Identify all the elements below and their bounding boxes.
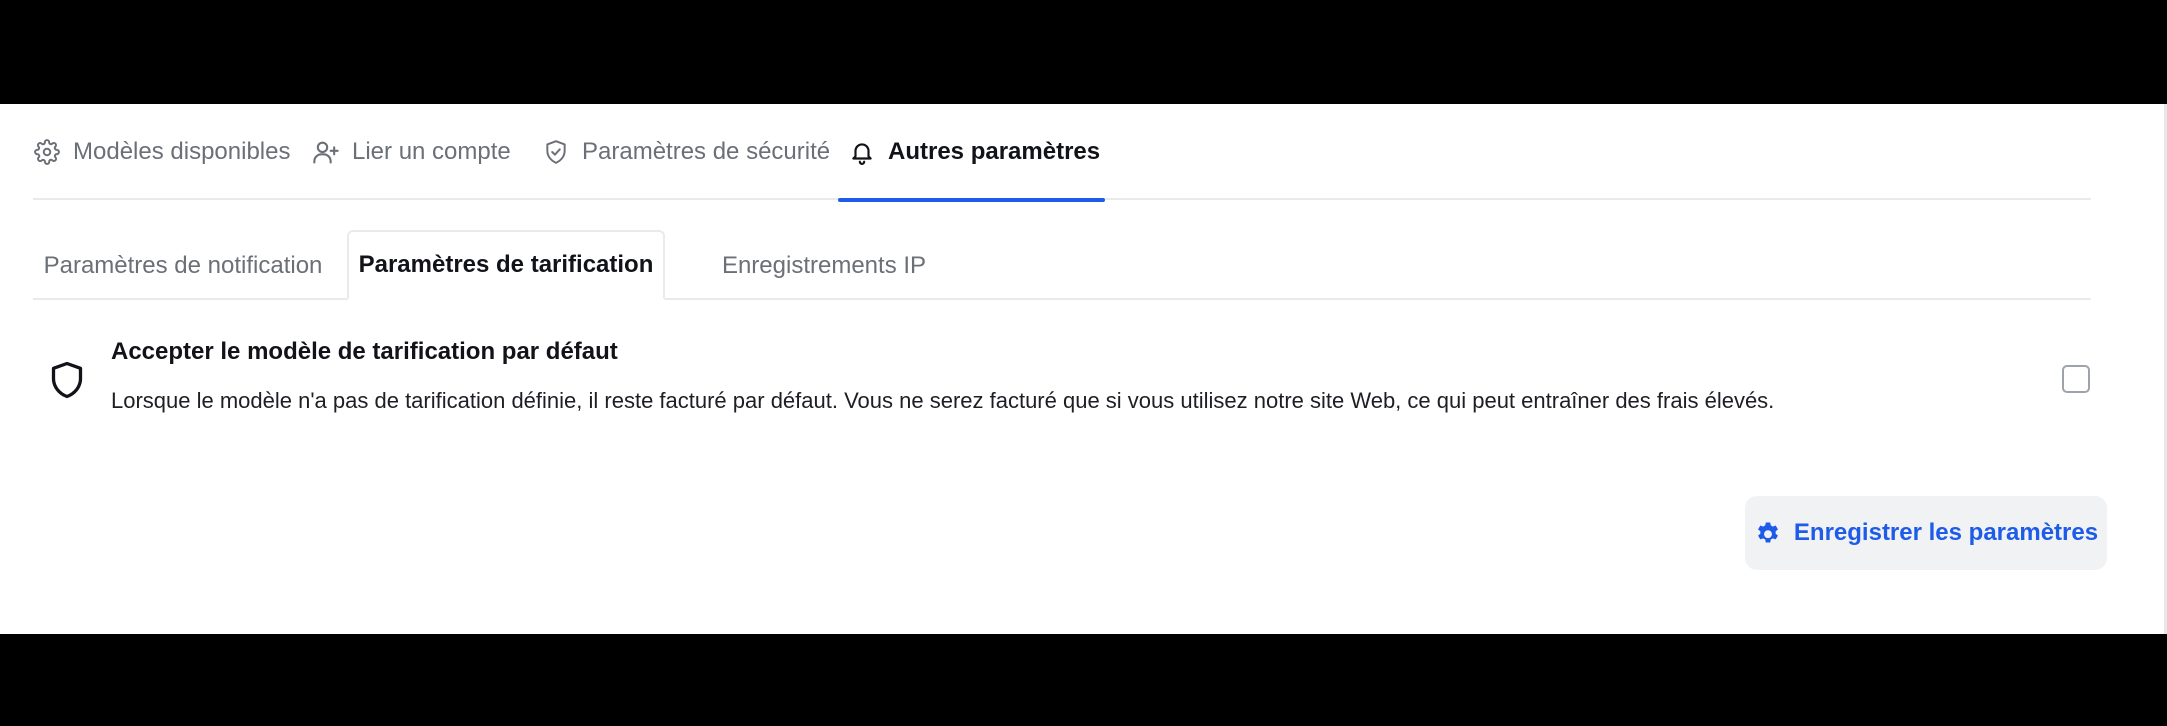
gear-icon (33, 138, 61, 166)
bell-icon (848, 138, 876, 166)
default-pricing-checkbox[interactable] (2062, 365, 2090, 393)
main-tabs: Modèles disponibles Lier un compte Param… (33, 104, 2091, 202)
subtab-label: Paramètres de tarification (358, 251, 654, 278)
shield-check-icon (542, 138, 570, 166)
pricing-setting-row: Accepter le modèle de tarification par d… (33, 330, 2091, 430)
tab-label: Modèles disponibles (73, 138, 291, 165)
tab-security-settings[interactable]: Paramètres de sécurité (542, 104, 830, 200)
subtab-label: Paramètres de notification (43, 252, 323, 279)
tab-link-account[interactable]: Lier un compte (312, 104, 511, 200)
save-button-label: Enregistrer les paramètres (1793, 519, 2099, 546)
tab-other-settings[interactable]: Autres paramètres (837, 104, 1106, 202)
sub-tabs: Paramètres de notification Paramètres de… (33, 230, 2091, 300)
user-plus-icon (312, 138, 340, 166)
settings-panel: Modèles disponibles Lier un compte Param… (0, 104, 2167, 634)
tab-label: Autres paramètres (888, 138, 1101, 165)
subtab-label: Enregistrements IP (721, 252, 927, 279)
tab-available-models[interactable]: Modèles disponibles (33, 104, 290, 200)
setting-title: Accepter le modèle de tarification par d… (111, 338, 618, 365)
subtab-pricing-settings[interactable]: Paramètres de tarification (347, 230, 665, 300)
subtab-ip-records[interactable]: Enregistrements IP (681, 232, 967, 300)
tab-label: Lier un compte (352, 138, 511, 165)
gear-icon (1754, 519, 1782, 547)
subtab-notification-settings[interactable]: Paramètres de notification (33, 232, 333, 300)
setting-description: Lorsque le modèle n'a pas de tarificatio… (111, 388, 1775, 413)
save-settings-button[interactable]: Enregistrer les paramètres (1745, 496, 2107, 570)
shield-icon (51, 361, 83, 399)
tab-label: Paramètres de sécurité (582, 138, 831, 165)
